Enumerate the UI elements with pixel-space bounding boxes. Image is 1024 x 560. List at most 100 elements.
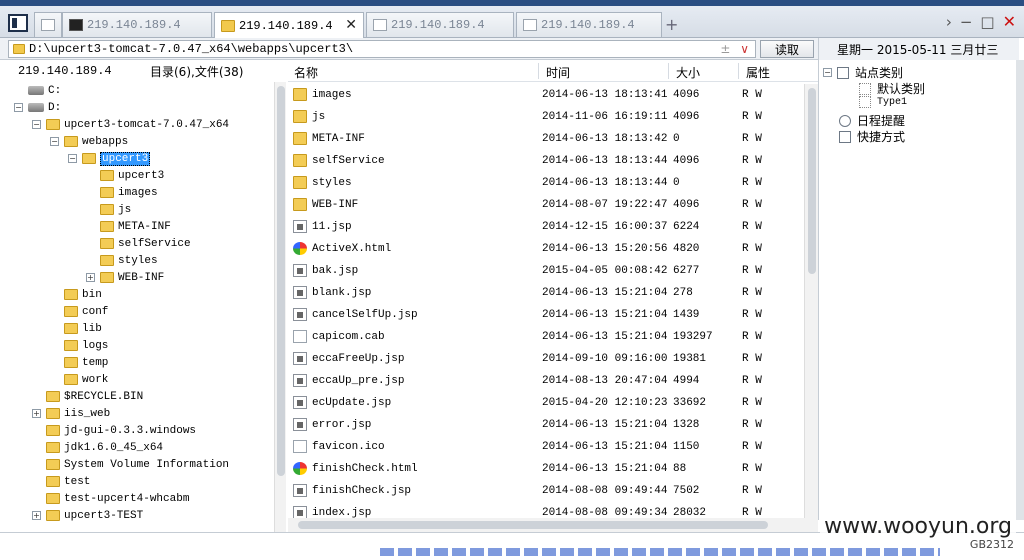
tree-node[interactable]: conf — [50, 303, 108, 320]
collapse-icon[interactable]: − — [32, 120, 41, 129]
tree-node[interactable]: work — [50, 371, 108, 388]
column-time[interactable]: 时间 — [546, 64, 570, 81]
file-list-hscrollbar[interactable] — [288, 518, 818, 532]
new-tab-button[interactable]: + — [665, 15, 678, 34]
tree-node[interactable]: test — [32, 473, 90, 490]
tree-node[interactable]: js — [86, 201, 131, 218]
collapse-icon[interactable]: − — [823, 68, 832, 77]
plus-minus-icon[interactable]: ± — [720, 42, 730, 56]
chevron-down-icon[interactable]: ∨ — [740, 42, 749, 56]
shortcuts-node[interactable]: 快捷方式 — [839, 128, 905, 145]
type1-node[interactable]: Type1 — [859, 96, 907, 108]
expand-icon[interactable]: + — [32, 511, 41, 520]
file-attr: R W — [742, 199, 762, 211]
file-row[interactable]: META-INF 2014-06-13 18:13:42 0 R W — [288, 128, 804, 150]
tree-node[interactable]: images — [86, 184, 158, 201]
close-window-button[interactable]: ✕ — [1003, 12, 1016, 31]
file-row[interactable]: finishCheck.html 2014-06-13 15:21:04 88 R W — [288, 458, 804, 480]
file-row[interactable]: favicon.ico 2014-06-13 15:21:04 1150 R W — [288, 436, 804, 458]
file-row[interactable]: selfService 2014-06-13 18:13:44 4096 R W — [288, 150, 804, 172]
tree-node[interactable]: lib — [50, 320, 102, 337]
tree-scroll-thumb[interactable] — [277, 86, 285, 476]
file-row[interactable]: blank.jsp 2014-06-13 15:21:04 278 R W — [288, 282, 804, 304]
tab-file-manager[interactable]: 219.140.189.4 ✕ — [214, 12, 364, 38]
file-row[interactable]: cancelSelfUp.jsp 2014-06-13 15:21:04 1439 R… — [288, 304, 804, 326]
hscroll-thumb[interactable] — [298, 521, 768, 529]
column-size[interactable]: 大小 — [676, 64, 700, 81]
file-name: styles — [312, 177, 352, 189]
expand-icon[interactable]: + — [32, 409, 41, 418]
expand-icon[interactable]: + — [86, 273, 95, 282]
chevron-right-icon[interactable]: › — [946, 13, 952, 31]
tree-node[interactable]: jdk1.6.0_45_x64 — [32, 439, 163, 456]
tree-node[interactable]: − webapps — [50, 133, 128, 150]
site-category-node[interactable]: − 站点类别 — [823, 64, 903, 81]
column-attr[interactable]: 属性 — [746, 64, 770, 81]
tab-page-1[interactable]: 219.140.189.4 — [366, 12, 514, 37]
read-button[interactable]: 读取 — [760, 40, 814, 58]
file-row[interactable]: capicom.cab 2014-06-13 15:21:04 193297 R W — [288, 326, 804, 348]
tree-node-label: upcert3 — [118, 169, 165, 182]
tree-node[interactable]: + iis_web — [32, 405, 110, 422]
tree-node[interactable]: + upcert3-TEST — [32, 507, 143, 524]
tree-scrollbar[interactable] — [274, 82, 286, 532]
tree-node[interactable]: − upcert3 — [68, 150, 151, 167]
file-row[interactable]: images 2014-06-13 18:13:41 4096 R W — [288, 84, 804, 106]
minimize-button[interactable]: − — [960, 13, 973, 31]
tab-terminal[interactable]: 219.140.189.4 — [62, 12, 212, 37]
path-input[interactable]: D:\upcert3-tomcat-7.0.47_x64\webapps\upc… — [8, 40, 756, 58]
tree-node[interactable]: $RECYCLE.BIN — [32, 388, 143, 405]
file-row[interactable]: styles 2014-06-13 18:13:44 0 R W — [288, 172, 804, 194]
tree-node[interactable]: upcert3 — [86, 167, 164, 184]
tree-node[interactable]: test-upcert4-whcabm — [32, 490, 189, 507]
sidebar-toggle-button[interactable] — [8, 14, 28, 32]
file-list-scrollbar[interactable] — [804, 84, 818, 518]
collapse-icon[interactable]: − — [68, 154, 77, 163]
tree-node-label: bin — [82, 288, 102, 301]
tree-node[interactable]: C: — [14, 82, 61, 99]
tree-node[interactable]: styles — [86, 252, 158, 269]
collapse-icon[interactable]: − — [14, 103, 23, 112]
close-tab-icon[interactable]: ✕ — [345, 17, 357, 33]
tree-node-label: jd-gui-0.3.3.windows — [64, 424, 197, 437]
default-category-node[interactable]: 默认类别 — [859, 80, 925, 97]
file-name: js — [312, 111, 326, 123]
terminal-icon — [69, 19, 83, 31]
tree-node[interactable]: selfService — [86, 235, 191, 252]
column-name[interactable]: 名称 — [294, 64, 318, 81]
file-row[interactable]: error.jsp 2014-06-13 15:21:04 1328 R W — [288, 414, 804, 436]
right-panel: 星期一 2015-05-11 三月廿三 − 站点类别 默认类别 Type1 日程… — [818, 38, 1024, 520]
file-row[interactable]: eccaFreeUp.jsp 2014-09-10 09:16:00 19381 R … — [288, 348, 804, 370]
tree-node-label: webapps — [82, 135, 129, 148]
file-row[interactable]: bak.jsp 2015-04-05 00:08:42 6277 R W — [288, 260, 804, 282]
file-row[interactable]: 11.jsp 2014-12-15 16:00:37 6224 R W — [288, 216, 804, 238]
file-row[interactable]: ecUpdate.jsp 2015-04-20 12:10:23 33692 R W — [288, 392, 804, 414]
tree-node[interactable]: bin — [50, 286, 102, 303]
tree-node[interactable]: temp — [50, 354, 108, 371]
tree-node[interactable]: logs — [50, 337, 108, 354]
tree-node[interactable]: − upcert3-tomcat-7.0.47_x64 — [32, 116, 229, 133]
file-scroll-thumb[interactable] — [808, 88, 816, 274]
tree-node[interactable]: + WEB-INF — [86, 269, 164, 286]
collapse-icon[interactable]: − — [50, 137, 59, 146]
file-row[interactable]: ActiveX.html 2014-06-13 15:20:56 4820 R W — [288, 238, 804, 260]
file-name: finishCheck.html — [312, 463, 418, 475]
file-row[interactable]: WEB-INF 2014-08-07 19:22:47 4096 R W — [288, 194, 804, 216]
file-time: 2014-06-13 15:21:04 — [542, 287, 668, 299]
file-row[interactable]: eccaUp_pre.jsp 2014-08-13 20:47:04 4994 R W — [288, 370, 804, 392]
encoding-label[interactable]: GB2312 — [970, 538, 1014, 551]
watermark: www.wooyun.org — [820, 514, 1016, 539]
file-row[interactable]: js 2014-11-06 16:19:11 4096 R W — [288, 106, 804, 128]
folder-icon — [46, 510, 60, 521]
maximize-button[interactable]: □ — [980, 13, 994, 31]
file-row[interactable]: finishCheck.jsp 2014-08-08 09:49:44 7502 R … — [288, 480, 804, 502]
tab-blank[interactable] — [34, 12, 62, 37]
tree-node[interactable]: System Volume Information — [32, 456, 229, 473]
file-size: 0 — [673, 133, 680, 145]
schedule-node[interactable]: 日程提醒 — [839, 112, 905, 129]
tree-node[interactable]: − D: — [14, 99, 61, 116]
tree-node[interactable]: META-INF — [86, 218, 171, 235]
tree-node[interactable]: jd-gui-0.3.3.windows — [32, 422, 196, 439]
tree-node-label: iis_web — [64, 407, 111, 420]
tab-page-2[interactable]: 219.140.189.4 — [516, 12, 662, 37]
